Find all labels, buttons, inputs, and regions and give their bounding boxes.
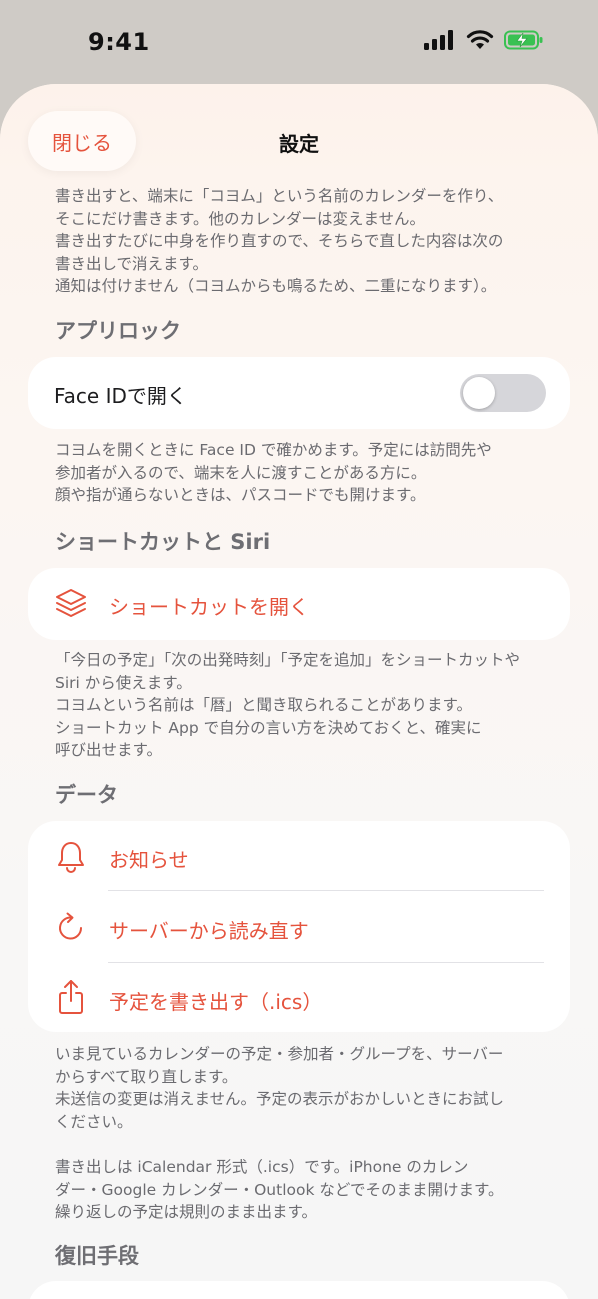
open-shortcuts-row[interactable]: ショートカットを開く	[28, 568, 570, 640]
face-id-toggle[interactable]	[460, 374, 546, 412]
reload-from-server-row[interactable]: サーバーから読み直す	[28, 891, 570, 962]
data-card: お知らせ サーバーから読み直す 予定を書き出す（.ics）	[28, 821, 570, 1032]
status-time: 9:41	[88, 28, 150, 56]
battery-charging-icon	[504, 30, 543, 50]
face-id-label: Face IDで開く	[54, 384, 187, 408]
app-lock-footer-note: コヨムを開くときに Face ID で確かめます。予定には訪問先や 参加者が入る…	[55, 441, 492, 505]
reload-from-server-label: サーバーから読み直す	[109, 919, 309, 943]
share-icon	[59, 980, 83, 1014]
export-footer-note: 書き出すと、端末に「コヨム」という名前のカレンダーを作り、 そこにだけ書きます。…	[55, 187, 504, 296]
recovery-card	[28, 1281, 570, 1299]
notices-row[interactable]: お知らせ	[28, 821, 570, 891]
navigation-bar: 閉じる 設定	[0, 84, 598, 184]
layers-icon	[56, 589, 86, 617]
refresh-icon	[59, 912, 82, 940]
status-bar: 9:41	[0, 0, 598, 86]
data-footer-note: いま見ているカレンダーの予定・参加者・グループを、サーバー からすべて取り直しま…	[55, 1045, 505, 1222]
section-header-app-lock: アプリロック	[55, 319, 181, 343]
open-shortcuts-label: ショートカットを開く	[109, 595, 309, 619]
cellular-signal-icon	[424, 30, 453, 50]
toggle-knob	[463, 377, 495, 409]
app-lock-card: Face IDで開く	[28, 357, 570, 429]
wifi-icon	[466, 30, 494, 49]
section-header-shortcuts: ショートカットと Siri	[55, 530, 271, 554]
shortcuts-footer-note: 「今日の予定」「次の出発時刻」「予定を追加」をショートカットや Siri から使…	[55, 651, 521, 760]
export-ics-label: 予定を書き出す（.ics）	[109, 990, 323, 1014]
page-title: 設定	[279, 132, 319, 156]
section-header-recovery: 復旧手段	[55, 1244, 139, 1268]
bell-icon	[58, 842, 84, 873]
section-header-data: データ	[55, 783, 118, 807]
shortcuts-card: ショートカットを開く	[28, 568, 570, 640]
export-ics-row[interactable]: 予定を書き出す（.ics）	[28, 963, 570, 1032]
settings-sheet: 閉じる 設定 書き出すと、端末に「コヨム」という名前のカレンダーを作り、 そこに…	[0, 84, 598, 1299]
status-icons	[424, 30, 544, 50]
notices-label: お知らせ	[109, 848, 189, 872]
